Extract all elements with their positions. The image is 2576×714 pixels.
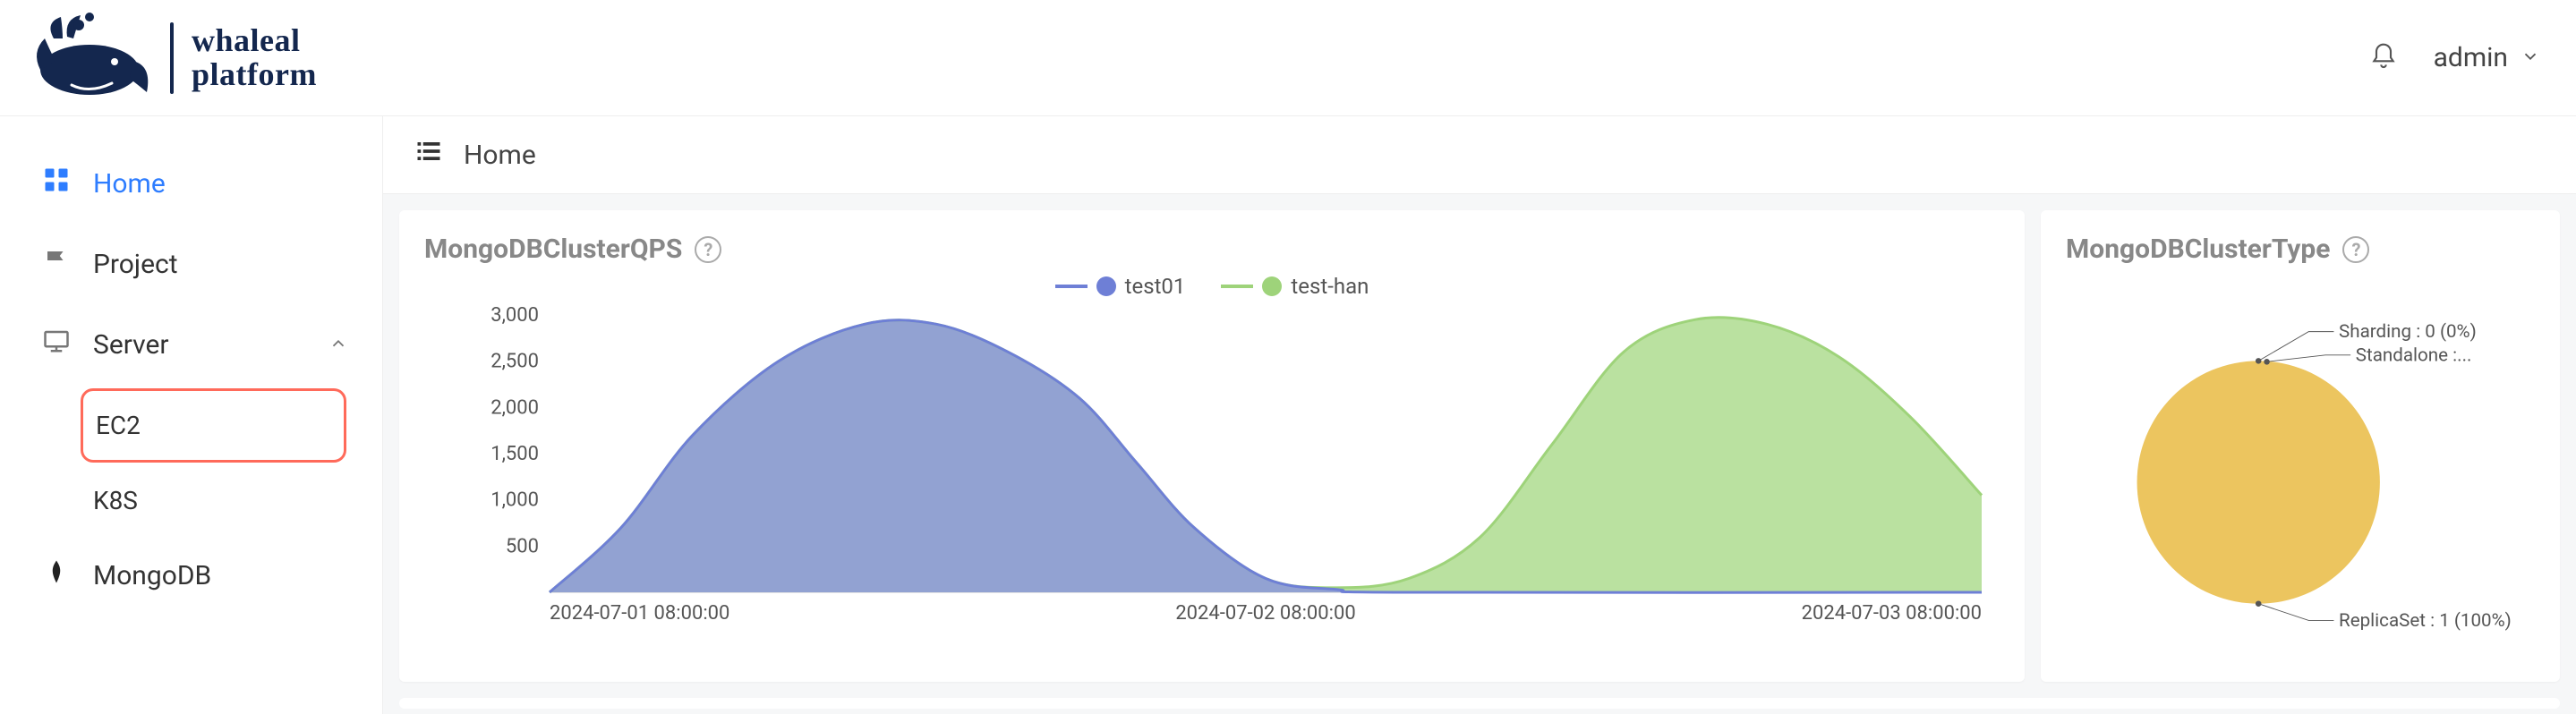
- brand-line1: whaleal: [192, 24, 317, 58]
- svg-text:ReplicaSet : 1 (100%): ReplicaSet : 1 (100%): [2339, 610, 2512, 632]
- chart-qps: test01 test-han 500 1,000 1,500 2,000 2,500 3…: [424, 274, 2000, 666]
- top-bar: whaleal platform admin: [0, 0, 2576, 116]
- main: Home MongoDBClusterQPS ? test01: [383, 116, 2576, 714]
- card-title-type: MongoDBClusterType ?: [2066, 234, 2535, 265]
- legend-label: test-han: [1291, 274, 1369, 299]
- brand-block: whaleal platform: [27, 12, 317, 105]
- whale-logo-icon: [27, 12, 152, 105]
- svg-text:2024-07-03 08:00:00: 2024-07-03 08:00:00: [1802, 602, 1982, 625]
- card-title-label: MongoDBClusterType: [2066, 234, 2330, 265]
- svg-text:500: 500: [506, 535, 539, 557]
- user-block: admin: [2369, 42, 2540, 74]
- svg-text:Standalone :...: Standalone :...: [2356, 344, 2472, 366]
- card-qps: MongoDBClusterQPS ? test01 test-ha: [399, 210, 2025, 682]
- sidebar-item-label: MongoDB: [93, 560, 211, 591]
- svg-text:3,000: 3,000: [490, 306, 539, 327]
- svg-text:2,500: 2,500: [490, 351, 539, 373]
- chart-qps-svg: 500 1,000 1,500 2,000 2,500 3,000 2024-07-01 0…: [424, 306, 2000, 637]
- bell-icon[interactable]: [2369, 42, 2398, 74]
- sidebar-item-label: Home: [93, 168, 166, 200]
- sidebar-item-label: Project: [93, 249, 178, 280]
- user-name-label: admin: [2434, 42, 2508, 73]
- svg-text:1,000: 1,000: [490, 489, 539, 512]
- legend-label: test01: [1125, 274, 1186, 299]
- breadcrumb: Home: [383, 116, 2576, 194]
- legend-swatch: [1055, 285, 1088, 288]
- help-icon[interactable]: ?: [2342, 236, 2369, 263]
- sidebar: Home Project Server EC2 K8S: [0, 116, 383, 714]
- sidebar-item-label: Server: [93, 329, 169, 361]
- chevron-up-icon: [328, 329, 348, 361]
- sidebar-item-k8s[interactable]: K8S: [0, 466, 382, 535]
- sidebar-subgroup-server: EC2 K8S: [0, 388, 382, 535]
- user-menu[interactable]: admin: [2434, 42, 2540, 73]
- help-icon[interactable]: ?: [695, 236, 721, 263]
- legend-swatch: [1221, 285, 1253, 288]
- flag-icon: [43, 247, 70, 281]
- legend-dot-icon: [1262, 276, 1282, 296]
- sidebar-item-mongodb[interactable]: MongoDB: [0, 535, 382, 616]
- sidebar-item-label: K8S: [93, 486, 138, 515]
- grid-icon: [43, 166, 70, 200]
- sidebar-item-project[interactable]: Project: [0, 224, 382, 304]
- sidebar-item-label: EC2: [96, 411, 141, 440]
- chart-pie-svg: Sharding : 0 (0%)Standalone :... ReplicaS…: [2066, 295, 2535, 644]
- leaf-icon: [43, 558, 70, 592]
- card-title-qps: MongoDBClusterQPS ?: [424, 234, 2000, 265]
- card-cluster-type: MongoDBClusterType ? Sharding : 0 (0%)St…: [2041, 210, 2560, 682]
- legend-item-test-han[interactable]: test-han: [1221, 274, 1369, 299]
- chart-cluster-type: Sharding : 0 (0%)Standalone :... ReplicaS…: [2066, 274, 2535, 666]
- chevron-down-icon: [2521, 42, 2540, 73]
- card-title-label: MongoDBClusterQPS: [424, 234, 682, 265]
- brand-line2: platform: [192, 58, 317, 92]
- breadcrumb-label: Home: [464, 140, 536, 171]
- sidebar-item-server[interactable]: Server: [0, 304, 382, 385]
- card-stub-row: [383, 698, 2576, 714]
- monitor-icon: [43, 327, 70, 361]
- card-stub: [399, 698, 2560, 709]
- brand-text: whaleal platform: [192, 24, 317, 92]
- legend-item-test01[interactable]: test01: [1055, 274, 1186, 299]
- chart-legend: test01 test-han: [424, 274, 2000, 299]
- brand-divider: [170, 22, 174, 94]
- list-icon[interactable]: [415, 138, 442, 172]
- sidebar-item-ec2[interactable]: EC2: [81, 388, 346, 463]
- svg-text:1,500: 1,500: [490, 443, 539, 465]
- sidebar-item-home[interactable]: Home: [0, 143, 382, 224]
- svg-text:2,000: 2,000: [490, 396, 539, 419]
- svg-text:2024-07-02 08:00:00: 2024-07-02 08:00:00: [1175, 602, 1355, 625]
- legend-dot-icon: [1096, 276, 1116, 296]
- svg-text:Sharding : 0 (0%): Sharding : 0 (0%): [2339, 321, 2477, 343]
- svg-text:2024-07-01 08:00:00: 2024-07-01 08:00:00: [550, 602, 729, 625]
